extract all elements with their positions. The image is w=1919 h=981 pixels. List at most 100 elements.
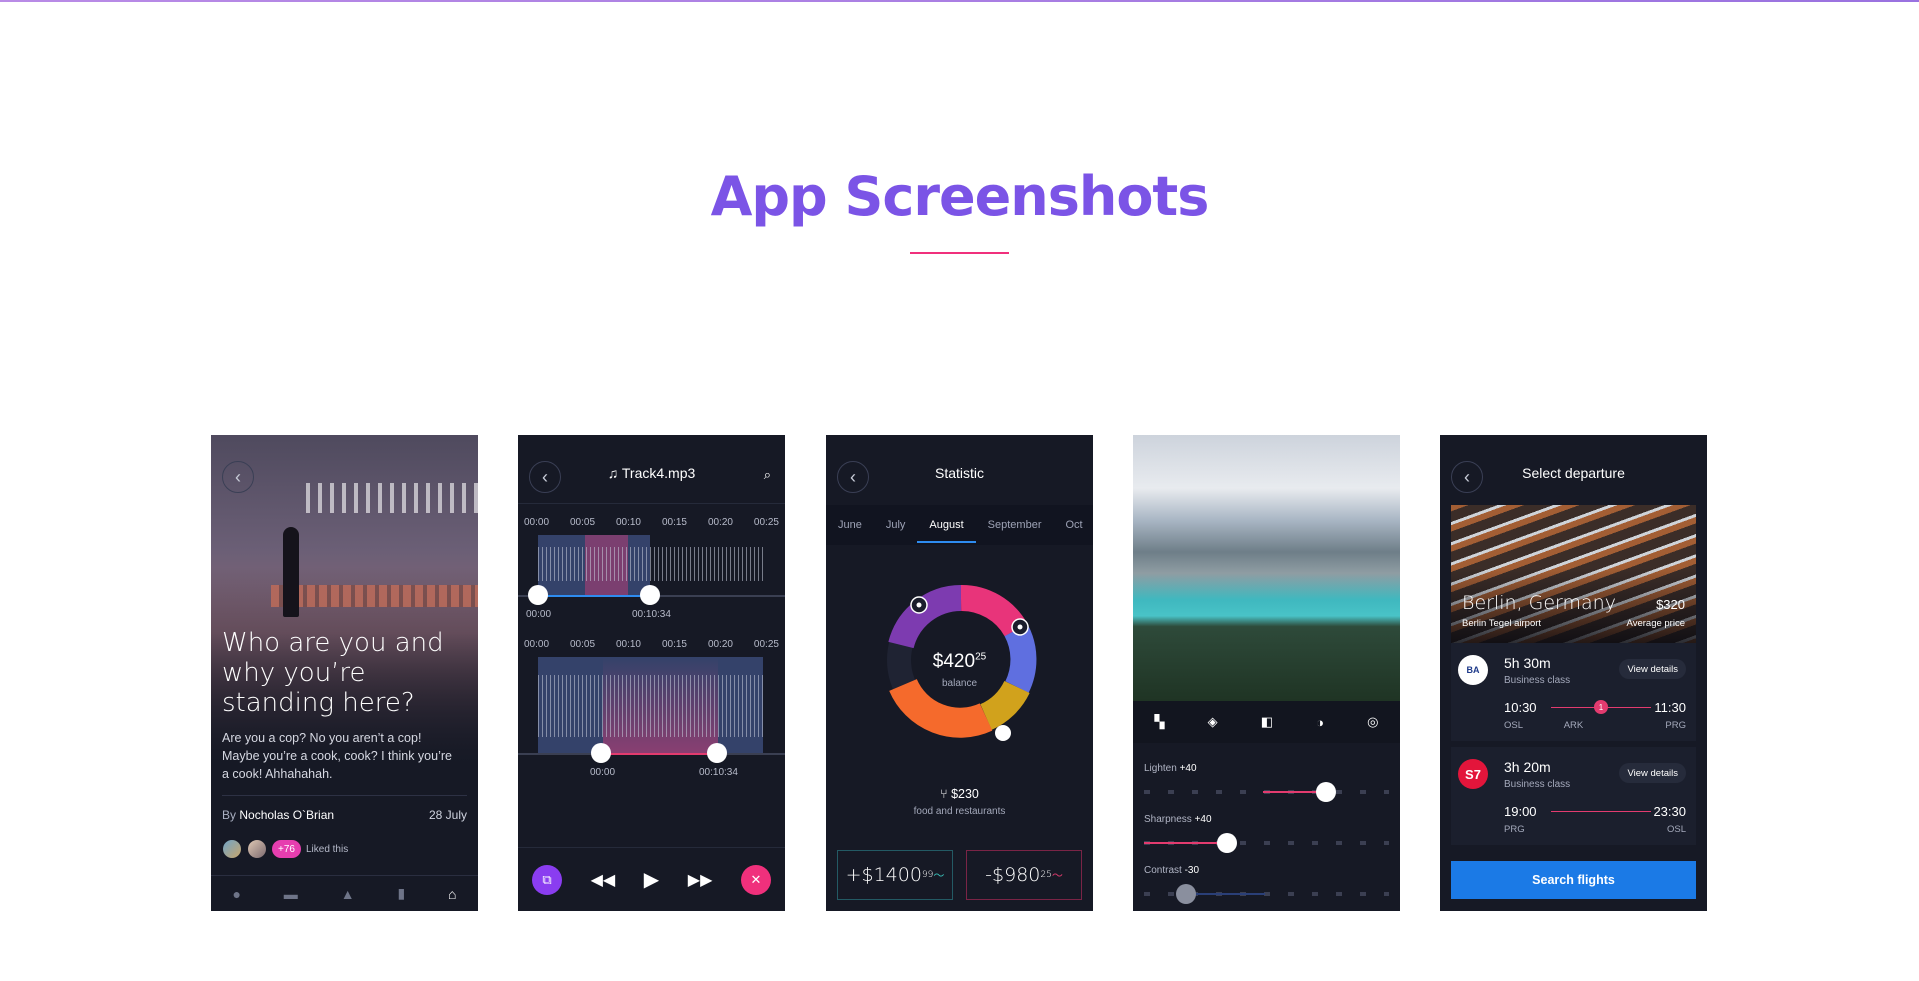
category-value: ⑂ $230 bbox=[826, 787, 1093, 801]
chat-icon[interactable]: ▬ bbox=[284, 886, 298, 902]
author-name[interactable]: Nocholas O`Brian bbox=[239, 808, 334, 822]
article-body: Are you a cop? No you aren’t a cop! Mayb… bbox=[222, 731, 452, 781]
timeline-tick: 00:10 bbox=[615, 517, 641, 528]
range-start-label: 00:00 bbox=[526, 609, 552, 620]
timeline-tick: 00:00 bbox=[524, 639, 550, 650]
donut-handle bbox=[995, 725, 1011, 741]
expense-amount: -$980 bbox=[985, 864, 1041, 886]
search-icon[interactable]: ⌕ bbox=[764, 467, 771, 483]
destination-airport: Berlin Tegel airport bbox=[1462, 618, 1542, 629]
timeline-tick: 00:25 bbox=[753, 517, 779, 528]
screenshot-flights: ‹ Select departure Berlin, Germany $320 … bbox=[1440, 435, 1707, 911]
user-icon[interactable]: ● bbox=[232, 886, 240, 902]
timeline-tick: 00:25 bbox=[753, 639, 779, 650]
exposure-icon[interactable]: ◑ bbox=[1316, 715, 1324, 730]
slider-name: Sharpness bbox=[1144, 814, 1192, 825]
range-start-handle[interactable] bbox=[528, 585, 548, 605]
screenshot-audio-editor: ‹ ♫ Track4.mp3 ⌕ 00:00 00:05 00:10 00:15… bbox=[518, 435, 785, 911]
range-end-label: 00:10:34 bbox=[699, 767, 738, 778]
flight-card[interactable]: BA 5h 30m Business class View details 10… bbox=[1451, 643, 1696, 741]
airline-logo: BA bbox=[1458, 655, 1488, 685]
tab-august[interactable]: August bbox=[917, 519, 976, 543]
expense-cents: 25 bbox=[1040, 870, 1052, 880]
rewind-icon[interactable]: ◀◀ bbox=[591, 870, 616, 890]
balance-label: balance bbox=[941, 678, 978, 689]
home-icon[interactable]: ⌂ bbox=[448, 886, 456, 902]
tab-july[interactable]: July bbox=[874, 519, 918, 531]
tab-october[interactable]: Oct bbox=[1053, 519, 1093, 531]
bookmark-icon[interactable]: ▮ bbox=[397, 885, 405, 902]
back-button[interactable]: ‹ bbox=[222, 461, 254, 493]
search-flights-button[interactable]: Search flights bbox=[1451, 861, 1696, 899]
view-details-button[interactable]: View details bbox=[1619, 659, 1686, 679]
slider-value: +40 bbox=[1179, 763, 1197, 774]
grid-icon[interactable]: ▚ bbox=[1155, 714, 1165, 730]
departure-time: 19:00 bbox=[1504, 804, 1537, 819]
balance-value: $42025 bbox=[826, 651, 1093, 673]
flight-class: Business class bbox=[1504, 779, 1571, 790]
play-icon[interactable]: ▶ bbox=[644, 867, 659, 892]
lighten-slider-handle[interactable] bbox=[1316, 782, 1336, 802]
departure-airport: PRG bbox=[1504, 824, 1525, 835]
close-icon[interactable]: ✕ bbox=[740, 864, 771, 895]
timeline-tick: 00:05 bbox=[569, 639, 596, 650]
donut-segment-orange bbox=[889, 678, 993, 738]
donut-marker-dot bbox=[1017, 624, 1023, 630]
range-end-handle[interactable] bbox=[640, 585, 660, 605]
flight-card[interactable]: S7 3h 20m Business class View details 19… bbox=[1451, 747, 1696, 845]
page-title: Select departure bbox=[1522, 465, 1625, 481]
timer-icon[interactable]: ◎ bbox=[1367, 714, 1378, 730]
music-note-icon: ♫ bbox=[607, 465, 622, 481]
waveform-bottom[interactable] bbox=[538, 675, 763, 737]
category-amount: $230 bbox=[951, 787, 979, 801]
stop-count-badge: 1 bbox=[1594, 700, 1608, 714]
timeline-tick: 00:20 bbox=[707, 639, 733, 650]
fast-forward-icon[interactable]: ▶▶ bbox=[688, 870, 713, 890]
slider-label-contrast: Contrast -30 bbox=[1144, 865, 1199, 876]
slider-label-lighten: Lighten +40 bbox=[1144, 763, 1197, 774]
waveform-top[interactable] bbox=[538, 547, 763, 581]
top-accent-line bbox=[0, 0, 1919, 2]
track-title: ♫ Track4.mp3 bbox=[518, 465, 785, 481]
flight-class: Business class bbox=[1504, 675, 1571, 686]
income-card[interactable]: +$1400 99 〜 bbox=[837, 850, 953, 900]
fork-knife-icon: ⑂ bbox=[940, 787, 952, 801]
expense-card[interactable]: -$980 25 〜 bbox=[966, 850, 1082, 900]
slider-fill bbox=[1144, 842, 1224, 844]
sharpness-slider-handle[interactable] bbox=[1217, 833, 1237, 853]
timeline-top: 00:00 00:05 00:10 00:15 00:20 00:25 bbox=[524, 517, 779, 528]
crop-icon[interactable]: ⧉ bbox=[532, 864, 562, 895]
slider-label-sharpness: Sharpness +40 bbox=[1144, 814, 1212, 825]
player-controls: ⧉ ◀◀ ▶ ▶▶ ✕ bbox=[518, 847, 785, 911]
screenshot-photo-editor: ▚ ◈ ◧ ◑ ◎ Lighten +40 Sharpness +40 Cont… bbox=[1133, 435, 1400, 911]
flight-duration: 3h 20m bbox=[1504, 759, 1551, 775]
category-label: food and restaurants bbox=[913, 806, 1006, 817]
arrival-time: 11:30 bbox=[1654, 700, 1686, 715]
screenshot-statistic: ‹ Statistic June July August September O… bbox=[826, 435, 1093, 911]
hero-seats bbox=[271, 585, 478, 607]
screenshot-article: ‹ Who are you and why you’re standing he… bbox=[211, 435, 478, 911]
income-cents: 99 bbox=[921, 870, 934, 880]
slider-value: -30 bbox=[1184, 865, 1200, 876]
chevron-left-icon: ‹ bbox=[235, 467, 241, 487]
page-title: Statistic bbox=[934, 465, 984, 481]
tab-september[interactable]: September bbox=[976, 519, 1054, 531]
tab-june[interactable]: June bbox=[826, 519, 874, 531]
bell-icon[interactable]: ▲ bbox=[341, 886, 355, 902]
range-end-handle[interactable] bbox=[707, 743, 727, 763]
fill-icon[interactable]: ◈ bbox=[1208, 714, 1218, 730]
likes-row[interactable]: +76 Liked this bbox=[222, 839, 348, 859]
month-tabs: June July August September Oct bbox=[826, 505, 1093, 545]
contrast-icon[interactable]: ◧ bbox=[1261, 714, 1273, 730]
range-start-handle[interactable] bbox=[591, 743, 611, 763]
timeline-tick: 00:15 bbox=[661, 639, 687, 650]
timeline-tick: 00:00 bbox=[524, 517, 550, 528]
editor-toolbar: ▚ ◈ ◧ ◑ ◎ bbox=[1133, 701, 1400, 743]
contrast-slider-handle[interactable] bbox=[1176, 884, 1196, 904]
slider-name: Contrast bbox=[1144, 865, 1182, 876]
view-details-button[interactable]: View details bbox=[1619, 763, 1686, 783]
flight-duration: 5h 30m bbox=[1504, 655, 1551, 671]
range-start-label: 00:00 bbox=[590, 767, 616, 778]
donut-segment-gold bbox=[979, 680, 1030, 730]
timeline-tick: 00:20 bbox=[707, 517, 733, 528]
